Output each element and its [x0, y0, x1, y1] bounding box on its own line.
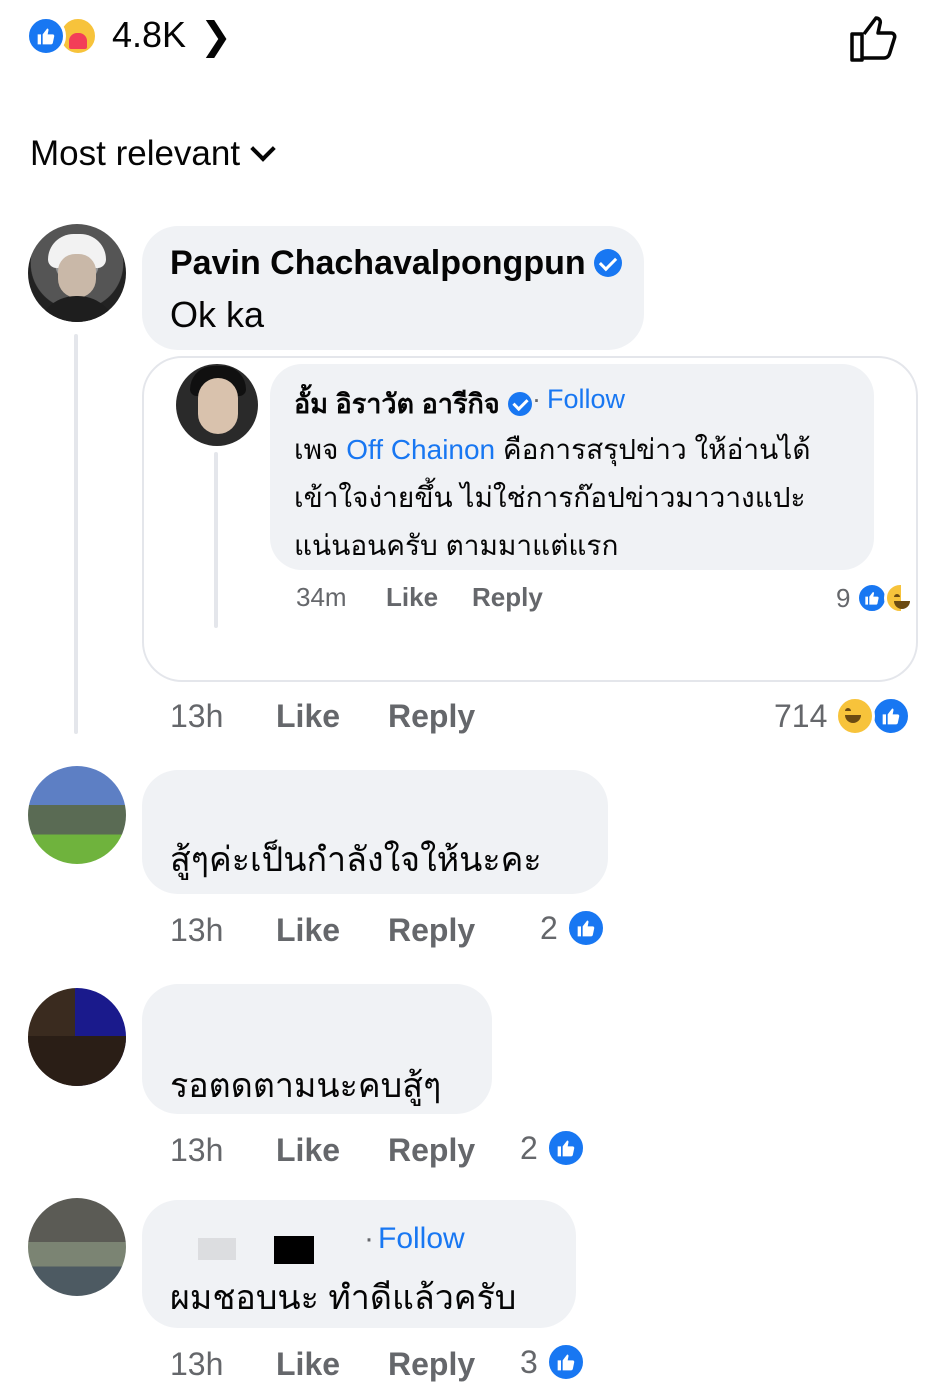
reaction-count[interactable]: 9 [836, 582, 911, 614]
comment-time[interactable]: 13h [170, 912, 223, 949]
avatar[interactable] [28, 988, 126, 1086]
avatar[interactable] [28, 224, 126, 322]
reactions-summary[interactable]: 4.8K ❯ [0, 0, 948, 80]
like-reaction-icon [565, 908, 606, 948]
reaction-count-value: 714 [774, 697, 828, 734]
comment-time[interactable]: 13h [170, 1346, 223, 1383]
reaction-count-value: 2 [540, 909, 558, 946]
comment-time[interactable]: 34m [296, 582, 347, 613]
like-button[interactable]: Like [276, 1132, 340, 1169]
verified-badge-icon [593, 249, 622, 278]
reaction-count[interactable]: 3 [520, 1342, 586, 1382]
comment-text: Ok ka [170, 294, 265, 335]
comment-bubble: สู้ๆค่ะเป็นกำลังใจให้นะคะ [142, 770, 608, 894]
like-reaction-icon [545, 1128, 586, 1168]
author-name[interactable]: อั้ม อิราวัต อารีกิจ [294, 389, 500, 419]
reply-button[interactable]: Reply [472, 582, 543, 613]
reaction-count-value: 3 [520, 1343, 538, 1380]
like-button[interactable]: Like [276, 912, 340, 949]
like-button[interactable]: Like [276, 1346, 340, 1383]
like-reaction-icon [871, 696, 912, 736]
follow-label: Follow [547, 384, 626, 414]
mention-link[interactable]: Off Chainon [346, 434, 495, 465]
verified-badge-icon [507, 391, 532, 416]
comment-bubble: รอตดตามนะคบสู้ๆ [142, 984, 492, 1114]
haha-reaction-icon [835, 696, 876, 736]
comment-text: เพจ Off Chainon คือการสรุปข่าว ให้อ่านได… [294, 426, 864, 570]
reaction-count[interactable]: 2 [520, 1128, 586, 1168]
redacted-name [198, 1238, 236, 1260]
reply-button[interactable]: Reply [388, 1346, 475, 1383]
like-button[interactable]: Like [386, 582, 438, 613]
avatar[interactable] [28, 1198, 126, 1296]
chevron-right-icon[interactable]: ❯ [200, 14, 232, 59]
like-reaction-icon [545, 1342, 586, 1382]
like-outline-icon[interactable] [846, 12, 904, 64]
comment-time[interactable]: 13h [170, 1132, 223, 1169]
comment-time[interactable]: 13h [170, 698, 223, 735]
author-name[interactable]: Pavin Chachavalpongpun [170, 244, 586, 282]
follow-label: Follow [378, 1222, 465, 1255]
sort-label: Most relevant [30, 134, 241, 173]
thread-line [74, 334, 78, 734]
reaction-count-value: 2 [520, 1129, 538, 1166]
reaction-count-value: 9 [836, 582, 851, 613]
redacted-name [274, 1236, 314, 1264]
comment-bubble: Pavin Chachavalpongpun Ok ka [142, 226, 644, 350]
avatar[interactable] [28, 766, 126, 864]
embedded-comment-bubble: อั้ม อิราวัต อารีกิจ · Follow เพจ Off Cha… [270, 364, 874, 570]
reply-button[interactable]: Reply [388, 1132, 475, 1169]
avatar[interactable] [176, 364, 258, 446]
text-segment: เพจ [294, 434, 347, 465]
comment-bubble: · Follow ผมชอบนะ ทำดีแล้วครับ [142, 1200, 576, 1328]
reply-button[interactable]: Reply [388, 698, 475, 735]
reaction-count[interactable]: 714 [774, 696, 912, 736]
like-button[interactable]: Like [276, 698, 340, 735]
sort-dropdown[interactable]: Most relevant [30, 134, 276, 174]
haha-reaction-icon [884, 582, 911, 614]
reaction-total: 4.8K [112, 14, 187, 55]
thread-line [214, 452, 218, 628]
chevron-down-icon [250, 136, 276, 162]
reaction-icons [26, 16, 106, 56]
comment-author[interactable]: อั้ม อิราวัต อารีกิจ [294, 382, 532, 425]
like-reaction-icon [26, 16, 66, 56]
reaction-count[interactable]: 2 [540, 908, 606, 948]
follow-button[interactable]: · Follow [532, 384, 625, 415]
comment-text: สู้ๆค่ะเป็นกำลังใจให้นะคะ [170, 841, 542, 879]
comment-text: ผมชอบนะ ทำดีแล้วครับ [170, 1279, 517, 1317]
reply-button[interactable]: Reply [388, 912, 475, 949]
comment-text: รอตดตามนะคบสู้ๆ [170, 1067, 442, 1105]
follow-button[interactable]: · Follow [364, 1222, 465, 1256]
comment-author[interactable]: Pavin Chachavalpongpun [170, 244, 622, 283]
